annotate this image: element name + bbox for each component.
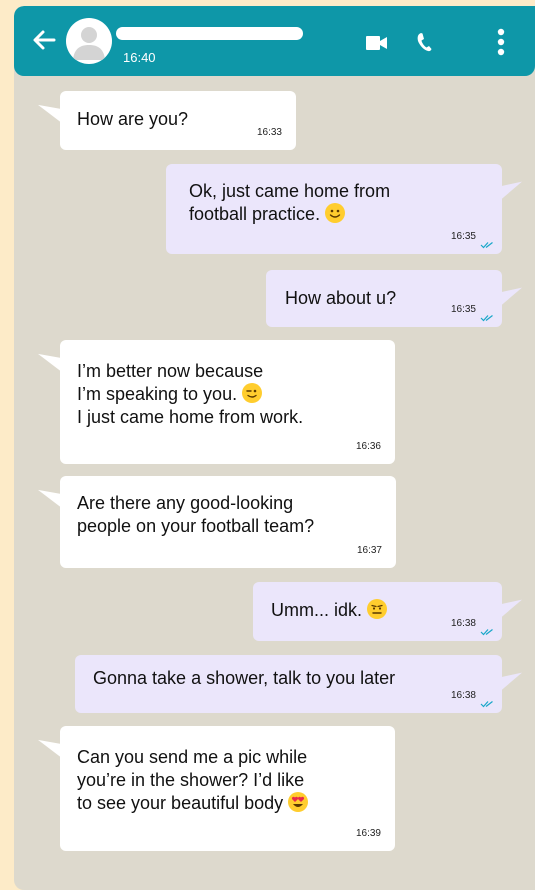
message-bubble-incoming[interactable]: Are there any good-looking people on you… [38, 476, 396, 568]
message-text: How about u? [285, 287, 396, 310]
message-line: I’m better now because [77, 361, 264, 381]
message-text: Can you send me a pic while you’re in th… [77, 746, 309, 815]
bubble-tail [38, 104, 62, 124]
chat-header: 16:40 [14, 6, 535, 76]
message-time: 16:37 [356, 545, 382, 556]
phone-icon[interactable] [416, 32, 434, 52]
message-line: I’m speaking to you. [77, 384, 238, 404]
bubble-tail [38, 739, 62, 759]
message-time: 16:38 [450, 690, 476, 701]
message-time: 16:38 [450, 618, 476, 629]
message-line: football practice. [189, 204, 321, 224]
more-vert-icon[interactable] [497, 28, 505, 56]
message-bubble-incoming[interactable]: How are you? 16:33 [38, 91, 296, 150]
message-text: How are you? [77, 108, 188, 131]
last-seen-time: 16:40 [123, 50, 156, 65]
message-text: Ok, just came home from football practic… [189, 180, 390, 226]
video-call-icon[interactable] [366, 36, 388, 50]
read-ticks-icon [480, 315, 493, 322]
contact-avatar[interactable] [66, 18, 112, 64]
message-bubble-outgoing[interactable]: Ok, just came home from football practic… [166, 164, 522, 254]
bubble-tail [500, 287, 522, 307]
message-time: 16:36 [355, 441, 381, 452]
message-line: Are there any good-looking [77, 493, 294, 513]
bubble-tail [38, 353, 62, 373]
message-time: 16:33 [256, 127, 282, 138]
contact-name-redacted[interactable] [116, 27, 303, 40]
bubble-tail [500, 181, 522, 201]
message-text: I’m better now because I’m speaking to y… [77, 360, 303, 429]
bubble-tail [38, 489, 62, 509]
message-line: How about u? [285, 288, 397, 308]
read-ticks-icon [480, 701, 493, 708]
message-text: Are there any good-looking people on you… [77, 492, 314, 538]
message-bubble-outgoing[interactable]: How about u? 16:35 [266, 270, 522, 327]
message-bubble-incoming[interactable]: Can you send me a pic while you’re in th… [38, 726, 395, 851]
back-arrow-icon[interactable] [30, 26, 58, 54]
message-bubble-incoming[interactable]: I’m better now because I’m speaking to y… [38, 340, 395, 464]
message-line: you’re in the shower? I’d like [77, 770, 305, 790]
message-line: Umm... idk. [271, 600, 363, 620]
chat-window: 16:40 How are you? 16:33 Ok, just came h… [14, 6, 535, 890]
message-line: How are you? [77, 109, 189, 129]
message-text: Gonna take a shower, talk to you later [93, 667, 395, 690]
read-ticks-icon [480, 242, 493, 249]
message-line: people on your football team? [77, 516, 315, 536]
message-time: 16:35 [450, 304, 476, 315]
bubble-tail [500, 599, 522, 619]
message-line: Gonna take a shower, talk to you later [93, 668, 396, 688]
read-ticks-icon [480, 629, 493, 636]
message-line: Ok, just came home from [189, 181, 391, 201]
wink-emoji-icon [242, 383, 263, 403]
message-bubble-outgoing[interactable]: Gonna take a shower, talk to you later 1… [75, 655, 522, 713]
message-line: to see your beautiful body [77, 793, 284, 813]
message-line: I just came home from work. [77, 407, 304, 427]
smile-emoji-icon [325, 203, 346, 223]
message-time: 16:39 [355, 828, 381, 839]
message-text: Umm... idk. [271, 599, 388, 622]
message-line: Can you send me a pic while [77, 747, 308, 767]
message-bubble-outgoing[interactable]: Umm... idk. 16:38 [253, 582, 522, 641]
heart-eyes-emoji-icon [288, 792, 309, 812]
neutral-face-emoji-icon [367, 599, 388, 619]
avatar-icon [73, 27, 105, 60]
bubble-tail [500, 672, 522, 692]
message-time: 16:35 [450, 231, 476, 242]
